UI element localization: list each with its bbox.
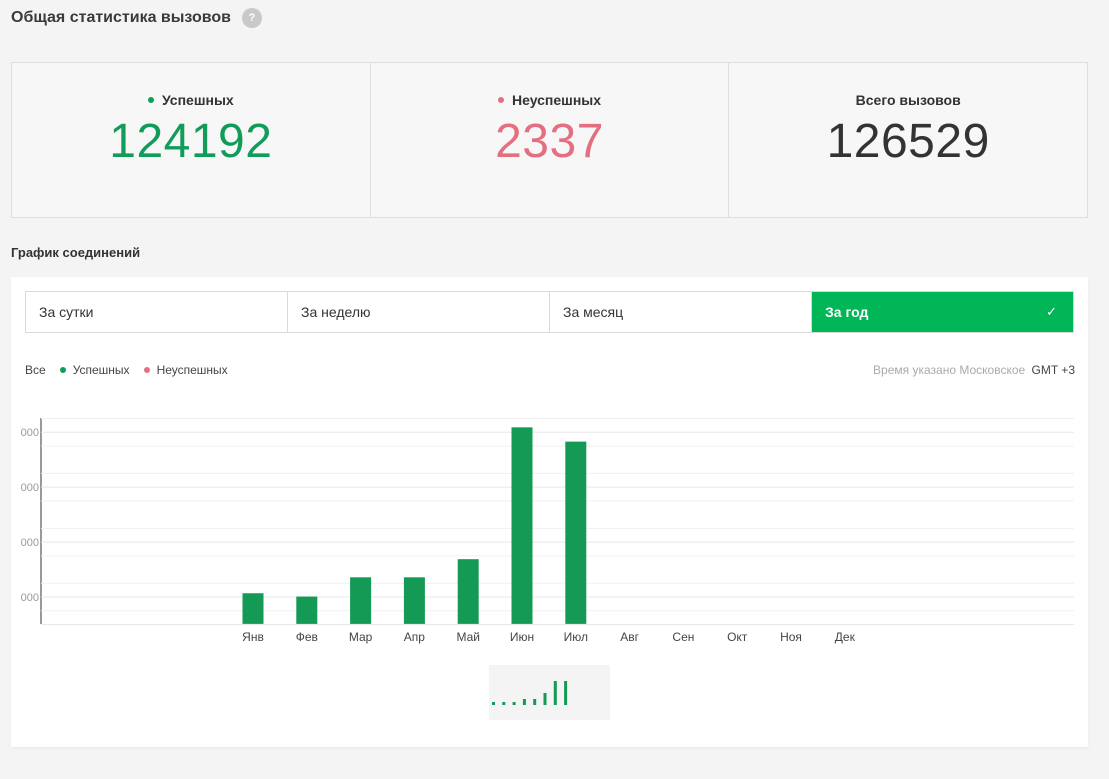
stat-label-total-text: Всего вызовов [855, 92, 961, 108]
stat-value-success: 124192 [109, 115, 273, 168]
bar-success[interactable] [565, 441, 587, 624]
stat-card-failed: Неуспешных 2337 [371, 63, 730, 217]
x-tick-label: Сен [672, 630, 694, 644]
bar-failed[interactable] [350, 623, 372, 624]
bar-failed[interactable] [403, 623, 425, 624]
help-icon[interactable]: ? [242, 8, 262, 28]
x-tick-label: Окт [727, 630, 748, 644]
stat-label-total: Всего вызовов [856, 92, 961, 108]
stat-value-failed: 2337 [495, 115, 604, 168]
chart-navigator[interactable] [489, 665, 610, 720]
mini-bar [564, 681, 568, 705]
section-title: График соединений [11, 245, 141, 260]
mini-bar [502, 702, 506, 705]
bar-failed[interactable] [565, 623, 587, 624]
stat-label-failed-text: Неуспешных [511, 92, 602, 108]
bar-failed[interactable] [242, 623, 264, 624]
x-tick-label: Фев [296, 630, 318, 644]
mini-bar [492, 702, 495, 705]
y-tick-label: 000 [21, 482, 39, 494]
page-title-text: Общая статистика вызовов [11, 9, 231, 26]
bar-success[interactable] [242, 593, 264, 624]
bar-success[interactable] [511, 427, 533, 624]
bar-failed[interactable] [457, 623, 479, 624]
bar-success[interactable] [403, 577, 425, 624]
x-tick-label: Июл [564, 630, 588, 644]
stat-label-success-text: Успешных [161, 92, 234, 108]
x-tick-label: Ноя [780, 630, 802, 644]
y-tick-label: 000 [21, 537, 39, 549]
stat-card-total: Всего вызовов 126529 [729, 63, 1087, 217]
stats-summary: Успешных 124192 Неуспешных 2337 Всего вы… [11, 62, 1088, 218]
mini-bar [543, 693, 547, 705]
bar-failed[interactable] [296, 623, 318, 624]
x-tick-label: Июн [510, 630, 534, 644]
connections-bar-chart: 000 000 000 000 Янв Фев Мар Апр Май Июн Июл Авг Сен О… [21, 418, 1074, 644]
stat-label-success: Успешных [147, 92, 234, 108]
failed-dot-icon [497, 97, 504, 103]
x-tick-label: Апр [404, 630, 426, 644]
y-tick-label: 000 [21, 427, 39, 439]
connections-panel: За сутки За неделю За месяц За год ✓ Все… [11, 277, 1088, 747]
mini-bar [533, 699, 537, 705]
bar-success[interactable] [457, 559, 479, 624]
mini-bar [512, 702, 516, 705]
success-dot-icon [147, 97, 154, 103]
bar-success[interactable] [350, 577, 372, 624]
x-tick-label: Мар [349, 630, 373, 644]
bar-success[interactable] [296, 596, 318, 624]
bar-failed[interactable] [511, 623, 533, 624]
mini-bar [522, 699, 526, 705]
stat-card-success: Успешных 124192 [12, 63, 371, 217]
x-tick-label: Дек [835, 630, 856, 644]
page-title: Общая статистика вызовов ? [11, 8, 262, 28]
mini-bar [553, 681, 557, 705]
y-tick-label: 000 [21, 592, 39, 604]
stat-label-failed: Неуспешных [497, 92, 602, 108]
stat-value-total: 126529 [826, 115, 990, 168]
x-tick-label: Май [456, 630, 480, 644]
x-tick-label: Янв [242, 630, 264, 644]
x-tick-label: Авг [620, 630, 639, 644]
